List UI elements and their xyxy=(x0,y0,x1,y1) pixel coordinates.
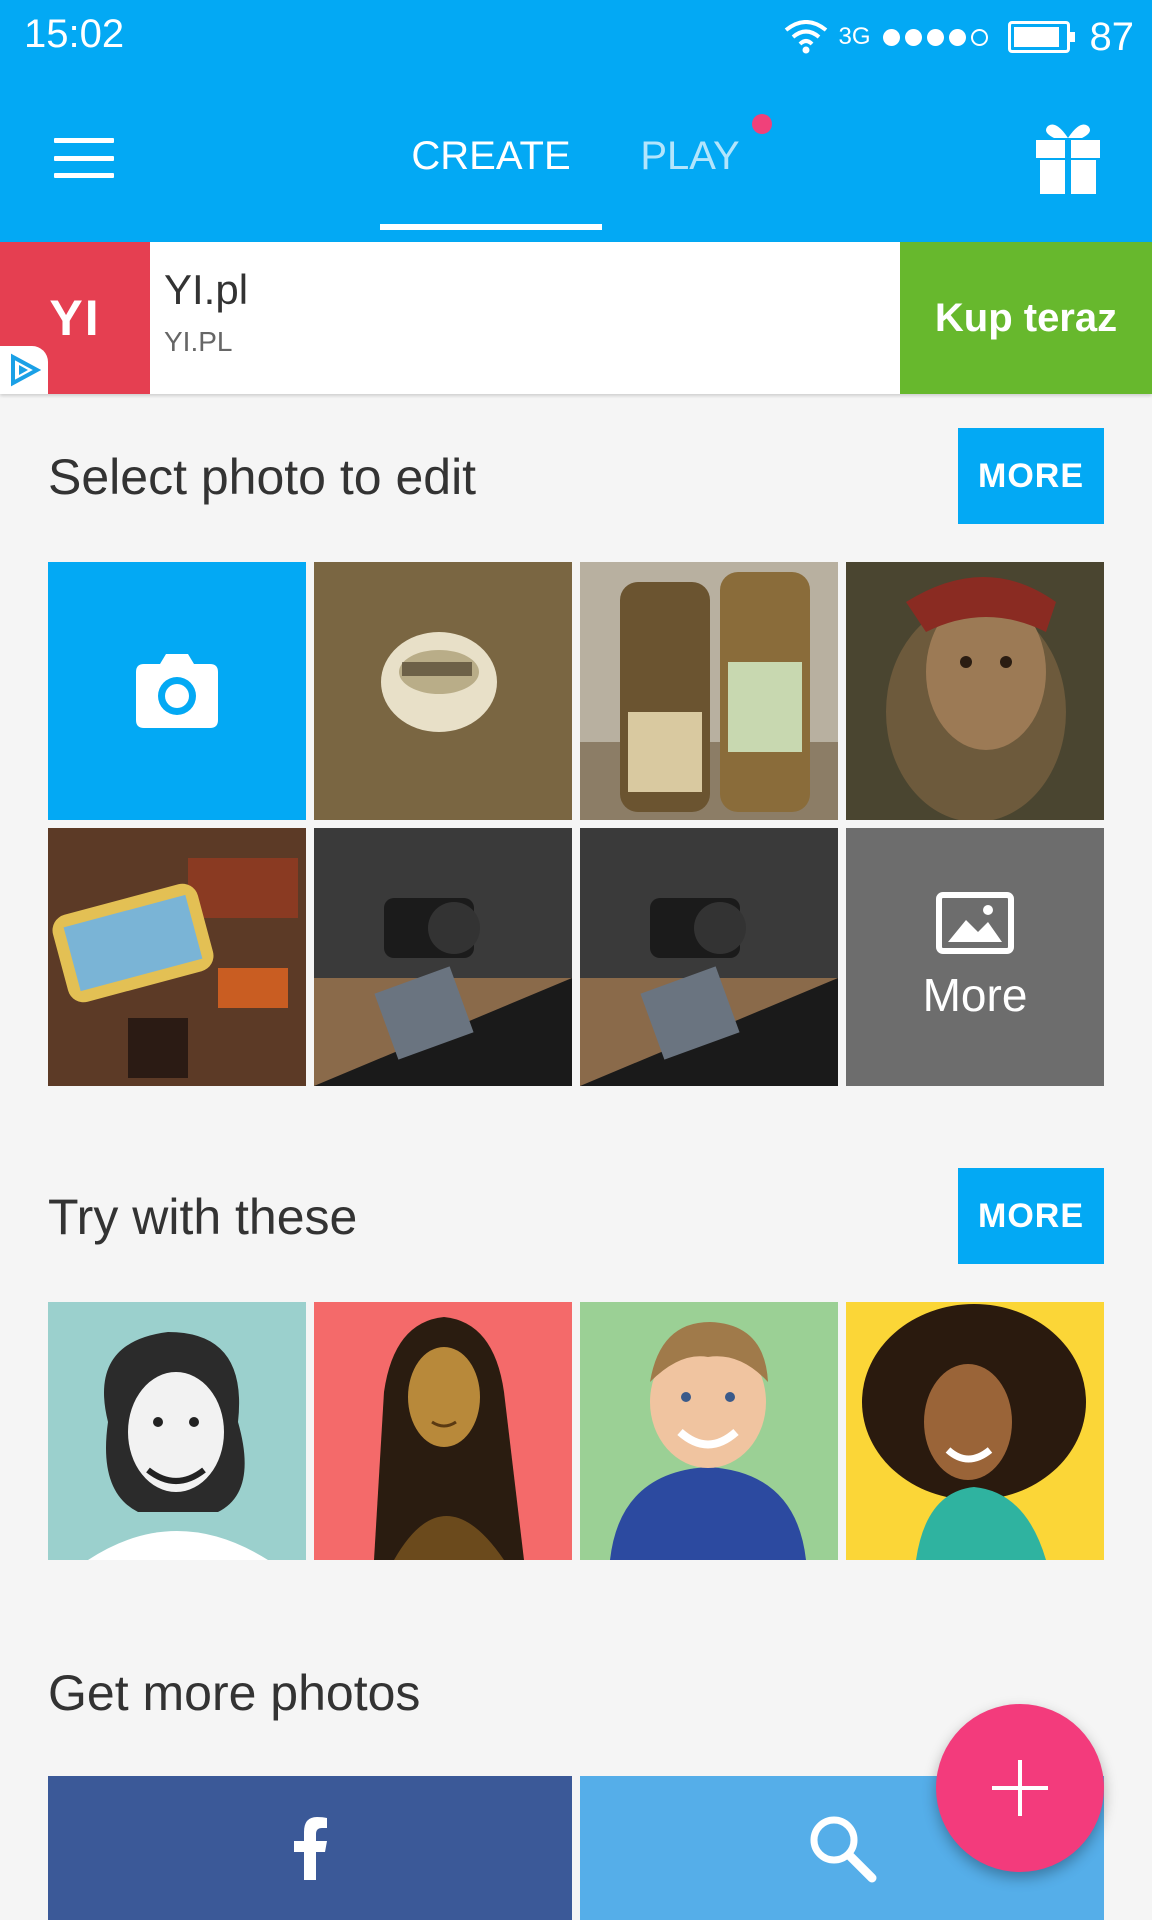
facebook-button[interactable] xyxy=(48,1776,572,1920)
sample-photo[interactable] xyxy=(580,1302,838,1560)
more-photos-tile[interactable]: More xyxy=(846,828,1104,1086)
plus-icon xyxy=(992,1760,1048,1816)
network-type: 3G xyxy=(838,23,871,50)
photo-thumbnail[interactable] xyxy=(314,562,572,820)
try-these-title: Try with these xyxy=(48,1189,358,1245)
tab-indicator xyxy=(380,224,602,230)
battery-percent: 87 xyxy=(1089,14,1135,59)
ad-title: YI.pl xyxy=(164,266,249,313)
wifi-icon xyxy=(785,20,828,54)
photo-thumbnail[interactable] xyxy=(846,562,1104,820)
menu-icon[interactable] xyxy=(54,138,114,178)
app-bar: CREATE PLAY xyxy=(0,74,1152,242)
facebook-icon xyxy=(294,1817,327,1880)
photo-thumbnail[interactable] xyxy=(48,828,306,1086)
get-more-title: Get more photos xyxy=(48,1665,421,1721)
sample-photo[interactable] xyxy=(846,1302,1104,1560)
photo-grid: More xyxy=(48,562,1104,1086)
select-photo-title: Select photo to edit xyxy=(48,449,477,505)
adchoices-icon[interactable] xyxy=(0,346,48,394)
camera-icon xyxy=(136,654,218,728)
gift-icon[interactable] xyxy=(1036,118,1100,194)
ad-subtitle: YI.PL xyxy=(164,326,233,357)
photo-thumbnail[interactable] xyxy=(314,828,572,1086)
more-tile-label: More xyxy=(922,969,1028,1021)
camera-tile[interactable] xyxy=(48,562,306,820)
try-more-button[interactable]: MORE xyxy=(958,1168,1104,1264)
sample-photo[interactable] xyxy=(48,1302,306,1560)
sample-photo[interactable] xyxy=(314,1302,572,1560)
ad-cta-button[interactable]: Kup teraz xyxy=(900,242,1152,394)
notification-dot xyxy=(752,114,772,134)
photo-thumbnail[interactable] xyxy=(580,828,838,1086)
image-icon xyxy=(936,892,1014,954)
sample-grid xyxy=(48,1302,1104,1560)
status-icons: 3G 87 xyxy=(784,14,1134,60)
search-icon xyxy=(810,1816,877,1883)
battery-icon xyxy=(1007,21,1075,53)
tab-play[interactable]: PLAY xyxy=(620,134,760,179)
add-fab-button[interactable] xyxy=(936,1704,1104,1872)
status-bar: 15:02 3G 87 xyxy=(0,0,1152,74)
select-more-button[interactable]: MORE xyxy=(958,428,1104,524)
ad-banner[interactable]: YI YI.pl YI.PL Kup teraz xyxy=(0,242,1152,394)
photo-thumbnail[interactable] xyxy=(580,562,838,820)
tab-create[interactable]: CREATE xyxy=(380,134,602,179)
status-time: 15:02 xyxy=(24,12,125,56)
signal-icon xyxy=(882,28,988,46)
